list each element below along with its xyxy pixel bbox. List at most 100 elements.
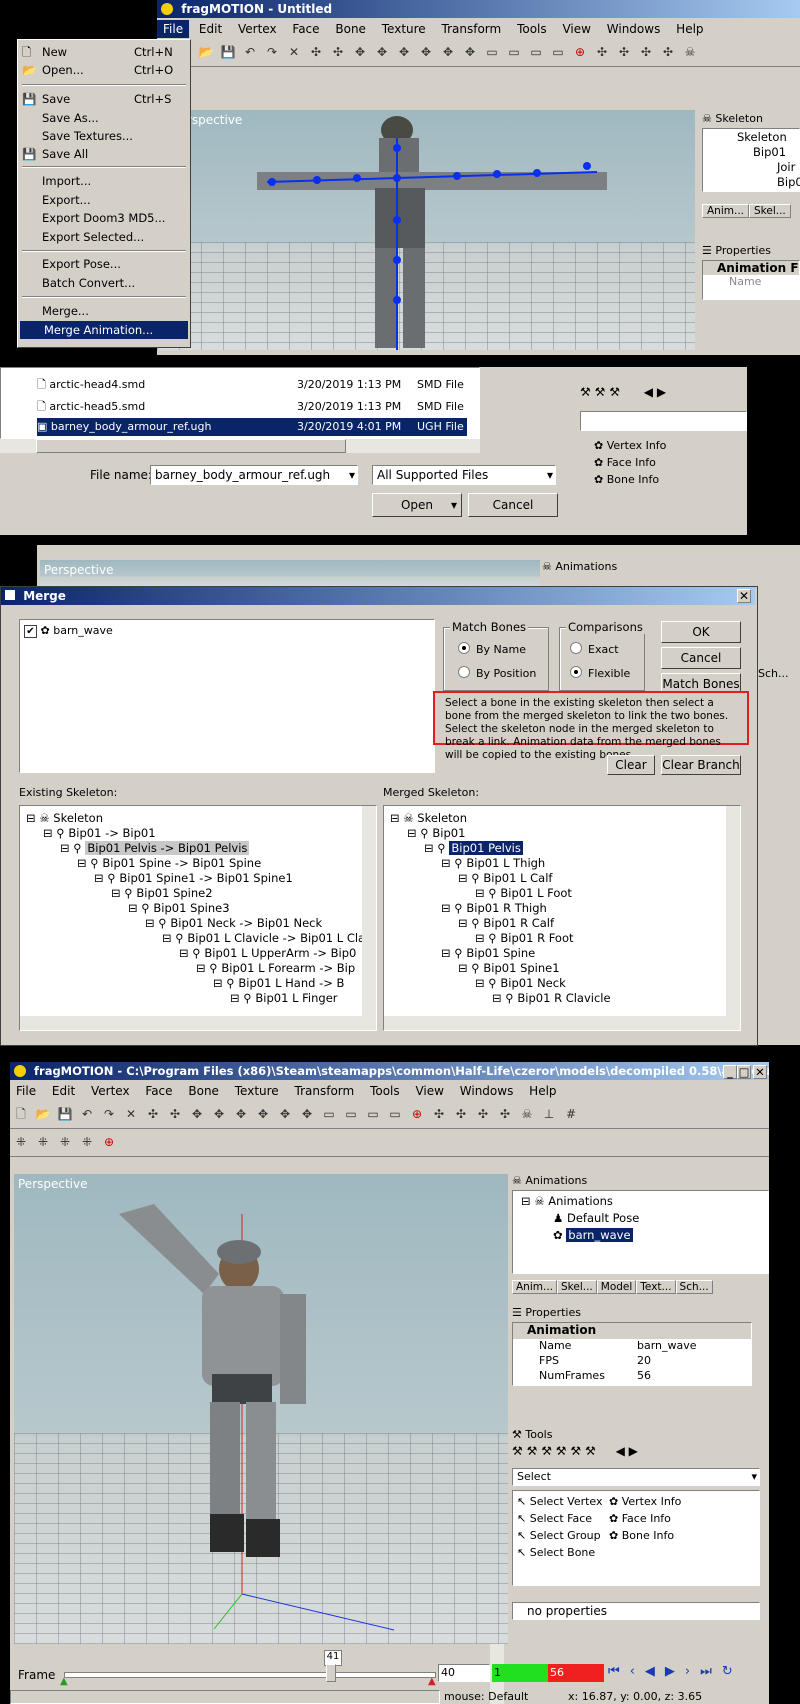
- play-back-icon[interactable]: ◀: [645, 1664, 665, 1679]
- menu-item-save-as[interactable]: Save As...: [18, 109, 190, 127]
- tool-vertex-info[interactable]: ✿ Vertex Info: [594, 439, 666, 456]
- tab-skeleton[interactable]: Skel...: [557, 1280, 597, 1294]
- close-icon[interactable]: ✕: [753, 1065, 767, 1079]
- horizontal-scrollbar[interactable]: [0, 439, 480, 453]
- tree-node[interactable]: ⊟ ⚲ Bip01 Spine2: [111, 885, 213, 901]
- tree-node[interactable]: ⊟ ⚲ Bip01 L Calf: [458, 870, 552, 886]
- bone-tool-icon[interactable]: ✣: [166, 1105, 184, 1123]
- save-icon[interactable]: 💾: [219, 43, 237, 61]
- tree-node[interactable]: ⊟ ⚲ Bip01 -> Bip01: [43, 825, 156, 841]
- menu-item-merge[interactable]: Merge...: [18, 302, 190, 320]
- expand-icon[interactable]: ⊟: [26, 811, 39, 825]
- menu-windows[interactable]: Windows: [601, 20, 667, 38]
- tab-animations[interactable]: Anim...: [702, 204, 749, 218]
- arrow-left-icon[interactable]: ◀: [616, 1444, 625, 1458]
- horizontal-scrollbar[interactable]: [384, 1016, 740, 1030]
- window-icon[interactable]: ▭: [320, 1105, 338, 1123]
- tree-node[interactable]: ⊟ ⚲ Bip01 Pelvis -> Bip01 Pelvis: [60, 840, 250, 856]
- bone-tool-icon[interactable]: ✣: [593, 43, 611, 61]
- menu-transform[interactable]: Transform: [436, 20, 508, 38]
- tool-bone-info[interactable]: ✿ Bone Info: [609, 1529, 681, 1546]
- expand-icon[interactable]: ⊟: [475, 931, 488, 945]
- minimize-icon[interactable]: _: [723, 1065, 737, 1079]
- window-icon[interactable]: ▭: [364, 1105, 382, 1123]
- window-icon[interactable]: ▭: [505, 43, 523, 61]
- frame-slider-thumb[interactable]: [326, 1664, 336, 1682]
- tree-node[interactable]: ⊟ ⚲ Bip01 L UpperArm -> Bip0: [179, 945, 356, 961]
- redo-icon[interactable]: ↷: [263, 43, 281, 61]
- menu-item-open[interactable]: 📂 Open... Ctrl+O: [18, 61, 190, 79]
- tab-schema[interactable]: Sch...: [675, 1280, 713, 1294]
- move-icon[interactable]: ✥: [373, 43, 391, 61]
- maximize-icon[interactable]: □: [737, 1065, 751, 1079]
- tool-icon[interactable]: ⚒: [541, 1444, 552, 1458]
- menu-item-import[interactable]: Import...: [18, 172, 190, 190]
- animations-tree[interactable]: ⊟ ☠ Animations ♟ Default Pose ✿ barn_wav…: [512, 1190, 769, 1274]
- tool-face-info[interactable]: ✿ Face Info: [594, 456, 666, 473]
- save-icon[interactable]: 💾: [56, 1105, 74, 1123]
- loop-icon[interactable]: ↻: [722, 1664, 743, 1679]
- move-icon[interactable]: ✥: [210, 1105, 228, 1123]
- grid-tool-icon[interactable]: ⁜: [78, 1133, 96, 1151]
- tree-node[interactable]: ⊟ ⚲ Bip01 L Foot: [475, 885, 572, 901]
- tool-select-vertex[interactable]: ↖ Select Vertex: [517, 1495, 603, 1512]
- grid-tool-icon[interactable]: ⁜: [12, 1133, 30, 1151]
- end-frame-box[interactable]: 56: [548, 1664, 604, 1682]
- prev-key-icon[interactable]: ‹: [630, 1664, 645, 1679]
- scroll-thumb[interactable]: [36, 439, 346, 453]
- arrow-left-icon[interactable]: ◀: [644, 385, 653, 399]
- bone-tool-icon[interactable]: ✣: [615, 43, 633, 61]
- move-icon[interactable]: ✥: [417, 43, 435, 61]
- open-button[interactable]: Open ▾: [372, 493, 462, 517]
- cancel-button[interactable]: Cancel: [468, 493, 558, 517]
- menu-transform[interactable]: Transform: [289, 1082, 361, 1100]
- expand-icon[interactable]: ⊟: [77, 856, 90, 870]
- move-icon[interactable]: ✥: [298, 1105, 316, 1123]
- next-key-icon[interactable]: ›: [685, 1664, 700, 1679]
- radio-exact[interactable]: Exact: [570, 642, 619, 656]
- target-icon[interactable]: ⊕: [408, 1105, 426, 1123]
- viewport-3d[interactable]: Perspective: [14, 1174, 508, 1644]
- window-icon[interactable]: ▭: [342, 1105, 360, 1123]
- menu-edit[interactable]: Edit: [193, 20, 228, 38]
- close-icon[interactable]: ✕: [737, 589, 751, 603]
- tree-node[interactable]: ⊟ ⚲ Bip01 L Hand -> B: [213, 975, 344, 991]
- bone-tool-icon[interactable]: ✣: [659, 43, 677, 61]
- arrow-right-icon[interactable]: ▶: [629, 1444, 638, 1458]
- bone-tool-icon[interactable]: ✣: [329, 43, 347, 61]
- ok-button[interactable]: OK: [661, 621, 741, 643]
- tab-animations[interactable]: Anim...: [512, 1280, 557, 1294]
- tree-node[interactable]: ⊟ ☠ Skeleton: [26, 810, 103, 826]
- expand-icon[interactable]: ⊟: [390, 811, 403, 825]
- window-icon[interactable]: ▭: [527, 43, 545, 61]
- menu-tools[interactable]: Tools: [511, 20, 553, 38]
- tree-node[interactable]: ⊟ ⚲ Bip01 L Clavicle -> Bip01 L Cla: [162, 930, 365, 946]
- tool-icon[interactable]: ⚒: [512, 1444, 523, 1458]
- grid-tool-icon[interactable]: ⁜: [56, 1133, 74, 1151]
- bone-tool-icon[interactable]: ✣: [496, 1105, 514, 1123]
- radio-off-icon[interactable]: [458, 666, 470, 678]
- viewport-3d[interactable]: rspective: [157, 110, 695, 350]
- expand-icon[interactable]: ⊟: [492, 991, 505, 1005]
- menu-item-export[interactable]: Export...: [18, 191, 190, 209]
- window-icon[interactable]: ▭: [386, 1105, 404, 1123]
- expand-icon[interactable]: ⊟: [94, 871, 107, 885]
- tool-icon[interactable]: ⚒: [585, 1444, 596, 1458]
- skeleton-tree[interactable]: Skeleton Bip01 Joir Bip0: [702, 128, 800, 192]
- horizontal-scrollbar[interactable]: [20, 1016, 376, 1030]
- move-icon[interactable]: ✥: [395, 43, 413, 61]
- menu-view[interactable]: View: [409, 1082, 449, 1100]
- expand-icon[interactable]: ⊟: [60, 841, 73, 855]
- menu-item-export-selected[interactable]: Export Selected...: [18, 228, 190, 246]
- menu-texture[interactable]: Texture: [229, 1082, 285, 1100]
- radio-on-icon[interactable]: [570, 666, 582, 678]
- tree-node[interactable]: ⊟ ⚲ Bip01 Neck -> Bip01 Neck: [145, 915, 322, 931]
- chevron-down-icon[interactable]: ▾: [751, 1469, 757, 1485]
- tree-node[interactable]: ⊟ ⚲ Bip01 Spine1 -> Bip01 Spine1: [94, 870, 293, 886]
- file-row[interactable]: 🗋 arctic-head5.smd 3/20/2019 1:13 PM SMD…: [37, 398, 467, 416]
- tree-node[interactable]: ⊟ ⚲ Bip01 L Thigh: [441, 855, 545, 871]
- file-row[interactable]: 🗋 arctic-head4.smd 3/20/2019 1:13 PM SMD…: [37, 376, 467, 394]
- checkbox-checked-icon[interactable]: ✔: [24, 625, 37, 638]
- tree-node[interactable]: Joir: [777, 159, 795, 175]
- menu-bone[interactable]: Bone: [329, 20, 372, 38]
